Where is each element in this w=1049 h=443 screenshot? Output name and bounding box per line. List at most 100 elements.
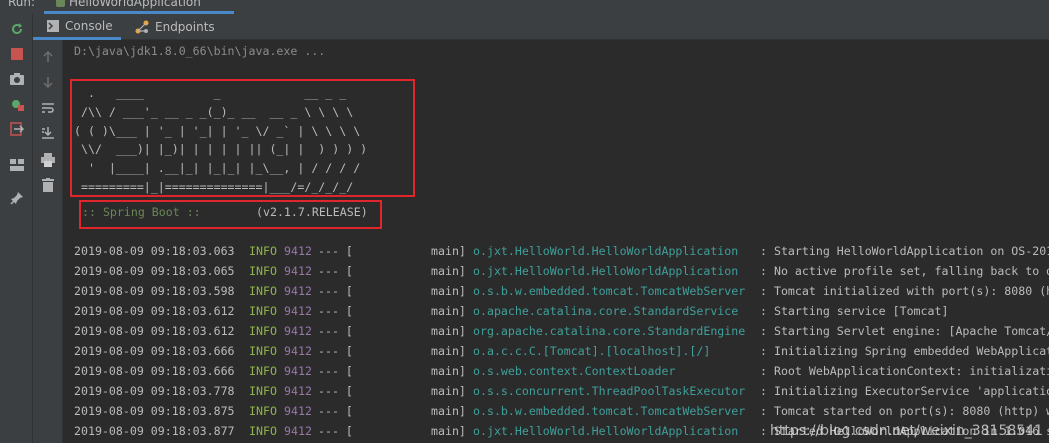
log-pid: 9412 <box>284 364 312 378</box>
log-date: 2019-08-09 09:18:03.612 <box>74 324 235 338</box>
log-thread: main] <box>431 404 466 418</box>
up-arrow-icon[interactable] <box>39 48 57 66</box>
log-sep: --- [ <box>318 424 353 438</box>
log-logger[interactable]: o.jxt.HelloWorld.HelloWorldApplication <box>473 264 738 278</box>
console-icon <box>47 19 59 32</box>
log-pid: 9412 <box>284 284 312 298</box>
log-thread: main] <box>431 264 466 278</box>
command-line[interactable]: D:\java\jdk1.8.0_66\bin\java.exe ... <box>74 44 325 58</box>
soft-wrap-icon[interactable] <box>39 99 57 117</box>
log-line: 2019-08-09 09:18:03.875 INFO 9412 --- [ main… <box>63 404 1049 424</box>
log-level: INFO <box>249 264 277 278</box>
log-date: 2019-08-09 09:18:03.778 <box>74 384 235 398</box>
log-msg: : Starting Servlet engine: [Apache Tomca… <box>760 324 1049 338</box>
log-level: INFO <box>249 384 277 398</box>
run-label: Run: <box>8 0 36 9</box>
tab-endpoints-label: Endpoints <box>155 20 215 34</box>
log-logger[interactable]: o.jxt.HelloWorld.HelloWorldApplication <box>473 424 738 438</box>
run-config-tab-label: HelloWorldApplication <box>69 0 201 9</box>
spring-boot-icon <box>56 0 65 7</box>
debug-settings-icon[interactable] <box>8 95 26 113</box>
log-thread: main] <box>431 384 466 398</box>
log-date: 2019-08-09 09:18:03.666 <box>74 344 235 358</box>
log-line: 2019-08-09 09:18:03.778 INFO 9412 --- [ main… <box>63 384 1049 404</box>
log-msg: : No active profile set, falling back to… <box>760 264 1049 278</box>
log-logger[interactable]: o.a.c.c.C.[Tomcat].[localhost].[/] <box>473 344 710 358</box>
log-pid: 9412 <box>284 304 312 318</box>
log-msg: : Initializing ExecutorService 'applicat… <box>760 384 1049 398</box>
log-sep: --- [ <box>318 304 353 318</box>
log-level: INFO <box>249 364 277 378</box>
log-thread: main] <box>431 324 466 338</box>
watermark: https://blog.csdn.net/weixin_38158541 <box>769 423 1043 439</box>
pin-icon[interactable] <box>8 189 26 207</box>
log-logger[interactable]: o.apache.catalina.core.StandardService <box>473 304 738 318</box>
rerun-icon[interactable] <box>8 20 26 38</box>
scroll-to-end-icon[interactable] <box>39 124 57 142</box>
log-thread: main] <box>431 344 466 358</box>
log-logger[interactable]: o.s.b.w.embedded.tomcat.TomcatWebServer <box>473 404 745 418</box>
exit-icon[interactable] <box>8 120 26 138</box>
log-pid: 9412 <box>284 324 312 338</box>
log-sep: --- [ <box>318 264 353 278</box>
stop-icon[interactable] <box>8 45 26 63</box>
log-level: INFO <box>249 284 277 298</box>
log-date: 2019-08-09 09:18:03.666 <box>74 364 235 378</box>
log-sep: --- [ <box>318 364 353 378</box>
log-pid: 9412 <box>284 424 312 438</box>
log-sep: --- [ <box>318 284 353 298</box>
run-config-tab[interactable]: HelloWorldApplication <box>44 0 234 14</box>
log-thread: main] <box>431 284 466 298</box>
log-thread: main] <box>431 364 466 378</box>
log-level: INFO <box>249 304 277 318</box>
log-date: 2019-08-09 09:18:03.065 <box>74 264 235 278</box>
log-sep: --- [ <box>318 404 353 418</box>
log-logger[interactable]: org.apache.catalina.core.StandardEngine <box>473 324 745 338</box>
log-pid: 9412 <box>284 404 312 418</box>
log-msg: : Starting service [Tomcat] <box>760 304 949 318</box>
log-pid: 9412 <box>284 344 312 358</box>
log-msg: : Tomcat initialized with port(s): 8080 … <box>760 284 1049 298</box>
log-date: 2019-08-09 09:18:03.875 <box>74 404 235 418</box>
log-logger[interactable]: o.s.s.concurrent.ThreadPoolTaskExecutor <box>473 384 745 398</box>
log-msg: : Starting HelloWorldApplication on OS-2… <box>760 244 1049 258</box>
tab-endpoints[interactable]: Endpoints <box>121 14 221 40</box>
log-line: 2019-08-09 09:18:03.612 INFO 9412 --- [main… <box>63 304 1049 324</box>
log-line: 2019-08-09 09:18:03.598 INFO 9412 --- [ main… <box>63 284 1049 304</box>
console-toolbar <box>33 40 63 443</box>
log-line: 2019-08-09 09:18:03.612 INFO 9412 --- [main… <box>63 324 1049 344</box>
layout-icon[interactable] <box>8 156 26 174</box>
banner-highlight-box <box>70 79 415 197</box>
log-date: 2019-08-09 09:18:03.877 <box>74 424 235 438</box>
log-pid: 9412 <box>284 264 312 278</box>
down-arrow-icon[interactable] <box>39 73 57 91</box>
camera-icon[interactable] <box>8 70 26 88</box>
print-icon[interactable] <box>39 151 57 169</box>
endpoints-icon <box>135 20 149 34</box>
log-level: INFO <box>249 404 277 418</box>
log-level: INFO <box>249 344 277 358</box>
log-pid: 9412 <box>284 244 312 258</box>
log-msg: : Initializing Spring embedded WebApplic… <box>760 344 1049 358</box>
trash-icon[interactable] <box>39 176 57 194</box>
console-tab-bar: Console Endpoints <box>33 14 1049 40</box>
log-thread: main] <box>431 424 466 438</box>
run-toolbar <box>0 14 33 443</box>
version-highlight-box <box>79 200 382 229</box>
log-level: INFO <box>249 244 277 258</box>
log-logger[interactable]: o.s.web.context.ContextLoader <box>473 364 675 378</box>
log-line: 2019-08-09 09:18:03.666 INFO 9412 --- [ main… <box>63 364 1049 384</box>
log-logger[interactable]: o.s.b.w.embedded.tomcat.TomcatWebServer <box>473 284 745 298</box>
tab-console[interactable]: Console <box>33 14 121 40</box>
log-date: 2019-08-09 09:18:03.612 <box>74 304 235 318</box>
log-line: 2019-08-09 09:18:03.666 INFO 9412 --- [main… <box>63 344 1049 364</box>
log-date: 2019-08-09 09:18:03.598 <box>74 284 235 298</box>
log-msg: : Root WebApplicationContext: initializa… <box>760 364 1049 378</box>
log-line: 2019-08-09 09:18:03.063 INFO 9412 --- [main… <box>63 244 1049 264</box>
run-bar: Run: HelloWorldApplication <box>0 0 1049 14</box>
log-pid: 9412 <box>284 384 312 398</box>
log-logger[interactable]: o.jxt.HelloWorld.HelloWorldApplication <box>473 244 738 258</box>
log-level: INFO <box>249 324 277 338</box>
console-output[interactable]: D:\java\jdk1.8.0_66\bin\java.exe ... . _… <box>63 40 1049 443</box>
log-sep: --- [ <box>318 384 353 398</box>
